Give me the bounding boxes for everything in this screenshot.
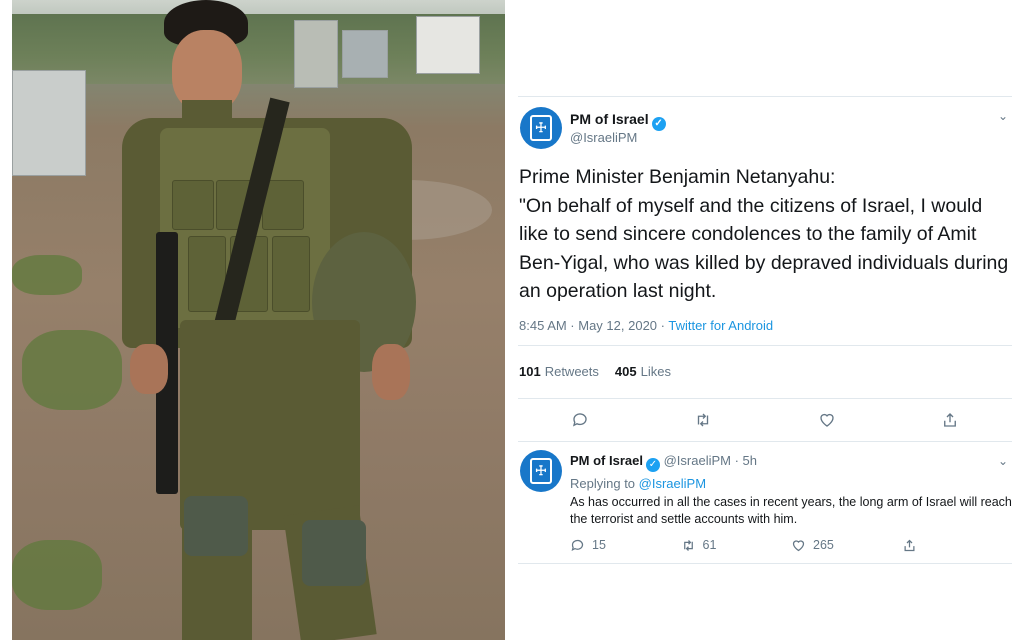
menorah-emblem-icon: ☩ [530, 115, 552, 141]
reply-icon [571, 539, 584, 551]
retweets-stat[interactable]: 101 Retweets [519, 364, 599, 379]
reply-share-button[interactable] [902, 538, 1013, 553]
reply-actions: 15 61 265 [570, 538, 1012, 553]
photo-shed [416, 16, 480, 74]
avatar[interactable]: ☩ [520, 449, 562, 492]
likes-stat[interactable]: 405 Likes [615, 364, 671, 379]
reply-icon[interactable] [569, 409, 591, 431]
chevron-down-icon[interactable]: ⌄ [998, 454, 1008, 468]
chevron-down-icon[interactable]: ⌄ [998, 109, 1008, 123]
tweet-timestamp: 8:45 AM · May 12, 2020 · Twitter for And… [519, 317, 774, 333]
verified-badge-icon: ✓ [645, 457, 660, 472]
soldier-photo [12, 0, 505, 640]
like-icon [792, 539, 805, 551]
divider [518, 562, 1012, 564]
menorah-emblem-icon: ☩ [530, 457, 552, 484]
replying-to-link[interactable]: @IsraeliPM [639, 476, 706, 491]
avatar[interactable]: ☩ [520, 107, 562, 149]
author-name[interactable]: PM of Israel ✓ [570, 111, 666, 131]
like-icon[interactable] [816, 409, 838, 431]
verified-badge-icon: ✓ [651, 117, 666, 131]
photo-container-left [12, 70, 86, 176]
photo-grass [12, 540, 102, 610]
author-handle[interactable]: @IsraeliPM [570, 130, 637, 145]
tweet-stats: 101 Retweets 405 Likes [518, 346, 1012, 398]
share-icon [904, 539, 914, 551]
photo-grass [12, 255, 82, 295]
reply-tweet: ☩ ⌄ PM of Israel ✓ @IsraeliPM · 5h Replyi… [518, 442, 1012, 563]
reply-text: As has occurred in all the cases in rece… [570, 494, 1012, 526]
tweet-actions [518, 399, 1012, 441]
tweet-header: ☩ PM of Israel ✓ @IsraeliPM ⌄ [518, 97, 1012, 157]
replying-to: Replying to @IsraeliPM [570, 475, 707, 491]
reply-reply-button[interactable]: 15 [570, 538, 681, 553]
soldier-figure [102, 0, 422, 640]
reply-header: PM of Israel ✓ @IsraeliPM · 5h [570, 452, 757, 472]
retweet-icon [683, 539, 693, 551]
tweet-card: ☩ PM of Israel ✓ @IsraeliPM ⌄ Prime Minis… [518, 96, 1012, 564]
retweet-icon[interactable] [692, 409, 714, 431]
reply-like-button[interactable]: 265 [791, 538, 902, 553]
tweet-text: Prime Minister Benjamin Netanyahu: "On b… [519, 166, 1009, 302]
reply-retweet-button[interactable]: 61 [681, 538, 792, 553]
share-icon[interactable] [939, 409, 961, 431]
